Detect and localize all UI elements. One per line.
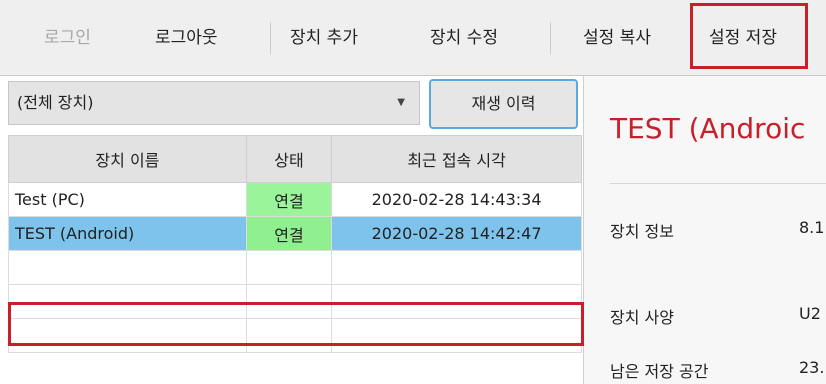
detail-label-device-spec: 장치 사양 xyxy=(610,308,674,327)
toolbar-separator xyxy=(550,22,551,54)
column-header-last-access[interactable]: 최근 접속 시각 xyxy=(331,135,582,183)
save-settings-highlight xyxy=(690,3,808,69)
status-cell: 연결 xyxy=(245,216,333,251)
device-filter-dropdown[interactable]: (전체 장치) ▼ xyxy=(8,81,420,125)
device-name-cell: Test (PC) xyxy=(8,182,247,217)
empty-row xyxy=(8,250,582,285)
dropdown-arrow-icon: ▼ xyxy=(397,97,405,108)
playback-history-button[interactable]: 재생 이력 xyxy=(429,79,578,129)
detail-value-device-spec: U2 xyxy=(799,304,821,323)
device-detail-title: TEST (Androic xyxy=(610,112,806,145)
device-list-panel: (전체 장치) ▼ 재생 이력 장치 이름 상태 최근 접속 시각 Test (… xyxy=(6,76,584,384)
selected-row-highlight xyxy=(8,302,584,346)
table-row[interactable]: Test (PC) 연결 2020-02-28 14:43:34 xyxy=(8,182,582,217)
device-detail-panel: TEST (Androic 장치 정보 8.1 장치 사양 U2 남은 저장 공… xyxy=(584,76,826,384)
column-header-status[interactable]: 상태 xyxy=(245,135,333,183)
column-header-device-name[interactable]: 장치 이름 xyxy=(8,135,247,183)
add-device-button[interactable]: 장치 추가 xyxy=(290,26,358,50)
divider xyxy=(610,183,826,184)
login-button[interactable]: 로그인 xyxy=(44,26,91,50)
toolbar: 로그인 로그아웃 장치 추가 장치 수정 설정 복사 설정 저장 xyxy=(0,0,826,76)
last-access-cell: 2020-02-28 14:43:34 xyxy=(331,182,582,217)
status-cell: 연결 xyxy=(245,182,333,217)
last-access-cell: 2020-02-28 14:42:47 xyxy=(331,216,582,251)
edit-device-button[interactable]: 장치 수정 xyxy=(430,26,498,50)
detail-label-free-storage: 남은 저장 공간 xyxy=(610,362,709,381)
table-row-selected[interactable]: TEST (Android) 연결 2020-02-28 14:42:47 xyxy=(8,216,582,251)
device-filter-value: (전체 장치) xyxy=(17,93,94,112)
logout-button[interactable]: 로그아웃 xyxy=(155,26,218,50)
copy-settings-button[interactable]: 설정 복사 xyxy=(583,26,651,50)
detail-value-free-storage: 23. xyxy=(799,358,825,377)
detail-label-device-info: 장치 정보 xyxy=(610,222,674,241)
table-header-row: 장치 이름 상태 최근 접속 시각 xyxy=(8,135,582,183)
device-name-cell: TEST (Android) xyxy=(8,216,247,251)
toolbar-separator xyxy=(270,22,271,54)
detail-value-device-info: 8.1 xyxy=(799,218,825,237)
